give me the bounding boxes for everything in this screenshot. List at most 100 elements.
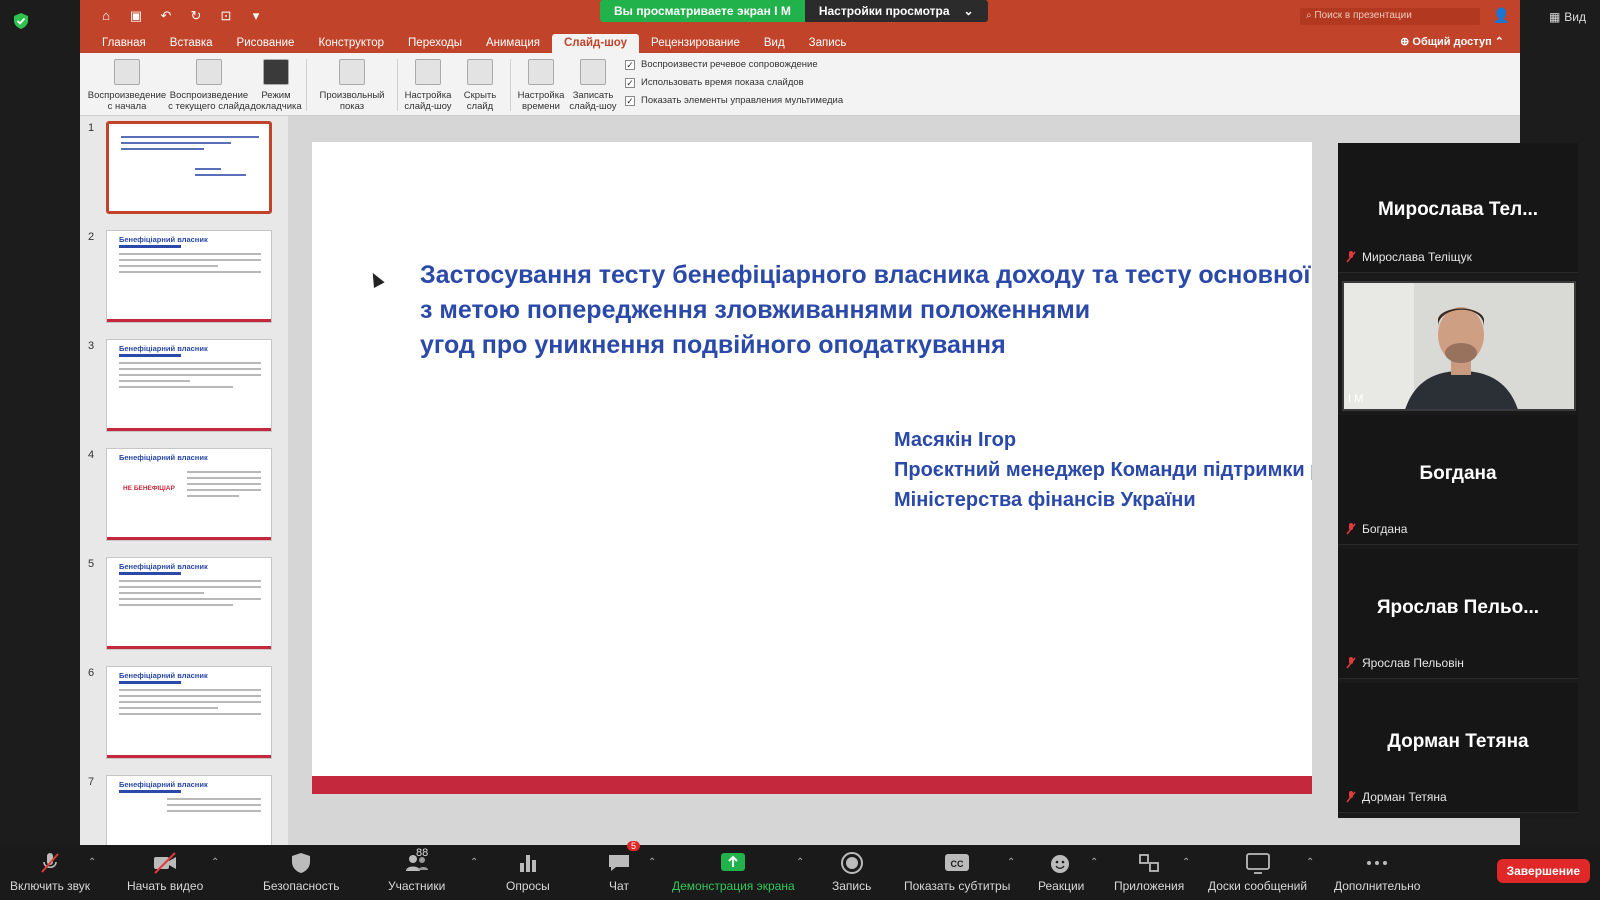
thumbnail-bar <box>119 681 181 684</box>
customize-icon[interactable]: ▾ <box>248 8 264 24</box>
slide-author-line: Масякін Ігор <box>894 429 1017 451</box>
participant-name: Ярослав Пельовін <box>1362 656 1464 670</box>
chevron-up-icon[interactable]: ⌃ <box>470 857 478 868</box>
hide-slide-button[interactable]: Скрыть слайд <box>454 59 506 112</box>
tab-view[interactable]: Вид <box>752 34 797 53</box>
participants-count: 88 <box>416 847 429 859</box>
smiley-icon <box>1051 855 1070 873</box>
security-button[interactable]: Безопасность <box>263 845 340 900</box>
end-meeting-button[interactable]: Завершение <box>1496 859 1590 883</box>
view-options-dropdown[interactable]: Настройки просмотра ⌄ <box>804 0 988 22</box>
home-icon[interactable]: ⌂ <box>98 8 114 24</box>
play-from-current-icon <box>196 59 222 85</box>
timer-icon <box>528 59 554 85</box>
rehearse-timing-button[interactable]: Настройка времени <box>515 59 567 112</box>
captions-label: Показать субтитры <box>904 879 1011 893</box>
tab-transitions[interactable]: Переходы <box>396 34 474 53</box>
tab-record[interactable]: Запись <box>797 34 859 53</box>
record-button[interactable]: Запись <box>832 845 871 900</box>
apps-button[interactable]: Приложения <box>1114 845 1184 900</box>
video-off-icon <box>154 852 177 874</box>
chat-button[interactable]: 5 Чат <box>606 841 640 900</box>
grid-icon: ▦ <box>1548 10 1561 24</box>
slide-thumbnail-4[interactable]: Бенефіціарний власник НЕ БЕНЕФІЦІАР <box>106 448 272 541</box>
view-button[interactable]: ▦ Вид <box>1549 10 1586 24</box>
checkbox-label: Показать элементы управления мультимедиа <box>641 95 844 106</box>
chevron-up-icon[interactable]: ⌃ <box>1090 857 1098 868</box>
participants-button[interactable]: 88 Участники <box>388 845 445 900</box>
shield-icon[interactable] <box>12 12 30 30</box>
slide-thumbnail-6[interactable]: Бенефіціарний власник <box>106 666 272 759</box>
participant-tile[interactable]: Мирослава Тел... Мирослава Теліщук <box>1338 143 1578 273</box>
mic-muted-icon <box>1346 657 1356 669</box>
slide-thumbnail-3[interactable]: Бенефіціарний власник <box>106 339 272 432</box>
tab-slideshow[interactable]: Слайд-шоу <box>551 34 640 53</box>
share-screen-button[interactable]: Демонстрация экрана <box>672 845 795 900</box>
viewing-screen-label: Вы просматриваете экран I M <box>600 0 805 22</box>
participant-tile[interactable]: Богдана Богдана <box>1338 415 1578 545</box>
tab-review[interactable]: Рецензирование <box>639 34 752 53</box>
record-slideshow-button[interactable]: Записать слайд-шоу <box>567 59 619 112</box>
checkbox-timings[interactable]: ✓ Использовать время показа слайдов <box>625 77 843 88</box>
more-button[interactable]: Дополнительно <box>1334 845 1420 900</box>
checkbox-narrations[interactable]: ✓ Воспроизвести речевое сопровождение <box>625 59 843 70</box>
tab-home[interactable]: Главная <box>90 34 158 53</box>
redo-icon[interactable]: ↻ <box>188 8 204 24</box>
slide-thumbnail-5[interactable]: Бенефіціарний власник <box>106 557 272 650</box>
share-screen-label: Демонстрация экрана <box>672 879 795 893</box>
thumbnail-number: 5 <box>88 558 95 570</box>
chevron-up-icon[interactable]: ⌃ <box>211 857 219 868</box>
thumbnail-bar <box>119 245 181 248</box>
participant-tile[interactable]: Ярослав Пельо... Ярослав Пельовін <box>1338 549 1578 679</box>
checkbox-label: Использовать время показа слайдов <box>641 77 804 88</box>
play-from-start-button[interactable]: Воспроизведение с начала <box>86 59 168 112</box>
thumbnail-bar <box>119 790 181 793</box>
participant-video[interactable]: I M <box>1342 281 1576 411</box>
search-placeholder: Поиск в презентации <box>1314 10 1412 21</box>
apps-icon <box>1139 854 1160 872</box>
ribbon-slideshow: Воспроизведение с начала Воспроизведение… <box>80 53 1520 116</box>
whiteboard-icon <box>1245 853 1270 874</box>
presenter-view-icon <box>263 59 289 85</box>
undo-icon[interactable]: ↶ <box>158 8 174 24</box>
chat-icon <box>609 855 629 871</box>
tab-design[interactable]: Конструктор <box>306 34 396 53</box>
tab-insert[interactable]: Вставка <box>158 34 225 53</box>
share-access-button[interactable]: ⊕ Общий доступ ⌃ <box>1400 35 1504 48</box>
custom-show-button[interactable]: Произвольный показ <box>311 59 393 112</box>
setup-slideshow-button[interactable]: Настройка слайд-шоу <box>402 59 454 112</box>
chevron-up-icon[interactable]: ⌃ <box>1306 857 1314 868</box>
presenter-view-button[interactable]: Режим докладчика <box>250 59 302 112</box>
current-slide[interactable]: Застосування тесту бенефіціарного власни… <box>312 142 1312 794</box>
chevron-up-icon[interactable]: ⌃ <box>796 857 804 868</box>
start-video-button[interactable]: Начать видео <box>127 845 203 900</box>
thumbnail-title: Бенефіціарний власник <box>119 344 208 353</box>
reactions-button[interactable]: Реакции <box>1038 845 1084 900</box>
thumbnail-text-lines <box>121 136 259 154</box>
setup-slideshow-icon <box>415 59 441 85</box>
slideshow-icon[interactable]: ⊡ <box>218 8 234 24</box>
thumbnail-text-lines <box>167 798 261 816</box>
tab-draw[interactable]: Рисование <box>225 34 307 53</box>
chevron-up-icon[interactable]: ⌃ <box>1182 857 1190 868</box>
user-icon[interactable]: 👤 <box>1493 7 1510 24</box>
unmute-button[interactable]: Включить звук <box>10 845 90 900</box>
chevron-up-icon[interactable]: ⌃ <box>1007 857 1015 868</box>
zoom-meeting-window: ▦ Вид ⌂ ▣ ↶ ↻ ⊡ ▾ ⌕ Поиск в презентации … <box>0 0 1600 900</box>
ppt-search-input[interactable]: ⌕ Поиск в презентации <box>1300 8 1480 25</box>
play-from-current-button[interactable]: Воспроизведение с текущего слайда <box>168 59 250 112</box>
slide-thumbnail-2[interactable]: Бенефіціарний власник <box>106 230 272 323</box>
chevron-up-icon[interactable]: ⌃ <box>648 857 656 868</box>
chevron-up-icon[interactable]: ⌃ <box>88 857 96 868</box>
whiteboards-button[interactable]: Доски сообщений <box>1208 845 1307 900</box>
ppt-ribbon-tabs: Главная Вставка Рисование Конструктор Пе… <box>80 33 1520 53</box>
captions-button[interactable]: CC Показать субтитры <box>904 845 1010 900</box>
checkbox-media-controls[interactable]: ✓ Показать элементы управления мультимеди… <box>625 95 843 106</box>
tab-animations[interactable]: Анимация <box>474 34 552 53</box>
polls-button[interactable]: Опросы <box>506 845 550 900</box>
slide-thumbnail-1[interactable] <box>106 121 272 214</box>
save-icon[interactable]: ▣ <box>128 8 144 24</box>
slide-author-line: Проєктний менеджер Команди підтримки реф… <box>894 459 1312 481</box>
participant-tile[interactable]: Дорман Тетяна Дорман Тетяна <box>1338 683 1578 813</box>
slide-thumbnail-7[interactable]: Бенефіціарний власник <box>106 775 272 845</box>
